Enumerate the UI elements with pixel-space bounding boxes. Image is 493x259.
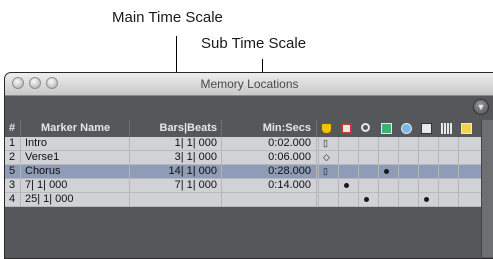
marker-outline-icon[interactable]: ▯ bbox=[323, 137, 328, 150]
memory-property-enabled-dot[interactable] bbox=[384, 169, 389, 174]
main-time-scale-callout: Main Time Scale bbox=[112, 9, 223, 26]
title-bar[interactable]: Memory Locations bbox=[5, 73, 493, 96]
selection-icon[interactable] bbox=[341, 123, 352, 134]
marker-icon[interactable] bbox=[321, 123, 332, 134]
sub-time-value: 0:02.000 bbox=[268, 137, 311, 149]
selection-diamond-icon[interactable]: ◇ bbox=[323, 151, 330, 164]
pre-post-roll-icon[interactable] bbox=[381, 123, 392, 134]
memory-property-enabled-dot[interactable] bbox=[364, 197, 369, 202]
memory-locations-table: # Marker Name Bars|Beats Min:Secs 1 Intro… bbox=[5, 120, 481, 207]
column-header-sub-time[interactable]: Min:Secs bbox=[221, 120, 311, 137]
memory-property-enabled-dot[interactable] bbox=[344, 183, 349, 188]
marker-name: 25| 1| 000 bbox=[25, 193, 74, 205]
sub-time-value: 0:28.000 bbox=[268, 165, 311, 177]
main-time-value bbox=[129, 193, 217, 206]
group-enables-icon[interactable] bbox=[441, 123, 452, 134]
toolbar: ▼ bbox=[5, 96, 493, 120]
window-title: Memory Locations bbox=[200, 77, 299, 91]
window-config-icon[interactable] bbox=[461, 123, 472, 134]
sub-time-value: 0:14.000 bbox=[268, 179, 311, 191]
marker-name: Intro bbox=[25, 137, 48, 149]
main-time-value: 7| 1| 000 bbox=[174, 179, 217, 191]
marker-outline-icon[interactable]: ▯ bbox=[323, 165, 328, 178]
column-header-marker-name[interactable]: Marker Name bbox=[41, 120, 131, 137]
table-row[interactable]: 5 Chorus 14| 1| 000 0:28.000 ▯ bbox=[5, 165, 481, 179]
table-row[interactable]: 2 Verse1 3| 1| 000 0:06.000 ◇ bbox=[5, 151, 481, 165]
track-show-hide-icon[interactable] bbox=[401, 123, 412, 134]
track-height-icon[interactable] bbox=[421, 123, 432, 134]
marker-name: 7| 1| 000 bbox=[25, 179, 68, 191]
main-time-value: 3| 1| 000 bbox=[174, 151, 217, 163]
zoom-icon[interactable] bbox=[361, 123, 370, 132]
marker-name: Chorus bbox=[25, 165, 61, 177]
chevron-down-icon: ▼ bbox=[476, 102, 486, 112]
table-row[interactable]: 4 25| 1| 000 bbox=[5, 193, 481, 207]
marker-name: Verse1 bbox=[25, 151, 60, 163]
empty-list-area bbox=[5, 219, 481, 258]
memory-property-enabled-dot[interactable] bbox=[424, 197, 429, 202]
table-header: # Marker Name Bars|Beats Min:Secs bbox=[5, 120, 481, 137]
options-menu-button[interactable]: ▼ bbox=[473, 99, 489, 115]
column-header-main-time[interactable]: Bars|Beats bbox=[129, 120, 218, 137]
sub-time-value bbox=[221, 193, 311, 206]
sub-time-scale-callout: Sub Time Scale bbox=[201, 35, 307, 52]
memory-locations-window: Memory Locations ▼ # Marker Name Bars|Be… bbox=[4, 72, 493, 259]
table-row[interactable]: 1 Intro 1| 1| 000 0:02.000 ▯ bbox=[5, 137, 481, 151]
table-row[interactable]: 3 7| 1| 000 7| 1| 000 0:14.000 bbox=[5, 179, 481, 193]
main-time-value: 14| 1| 000 bbox=[168, 165, 217, 177]
main-time-value: 1| 1| 000 bbox=[174, 137, 217, 149]
vertical-scrollbar[interactable] bbox=[481, 120, 493, 257]
sub-time-value: 0:06.000 bbox=[268, 151, 311, 163]
